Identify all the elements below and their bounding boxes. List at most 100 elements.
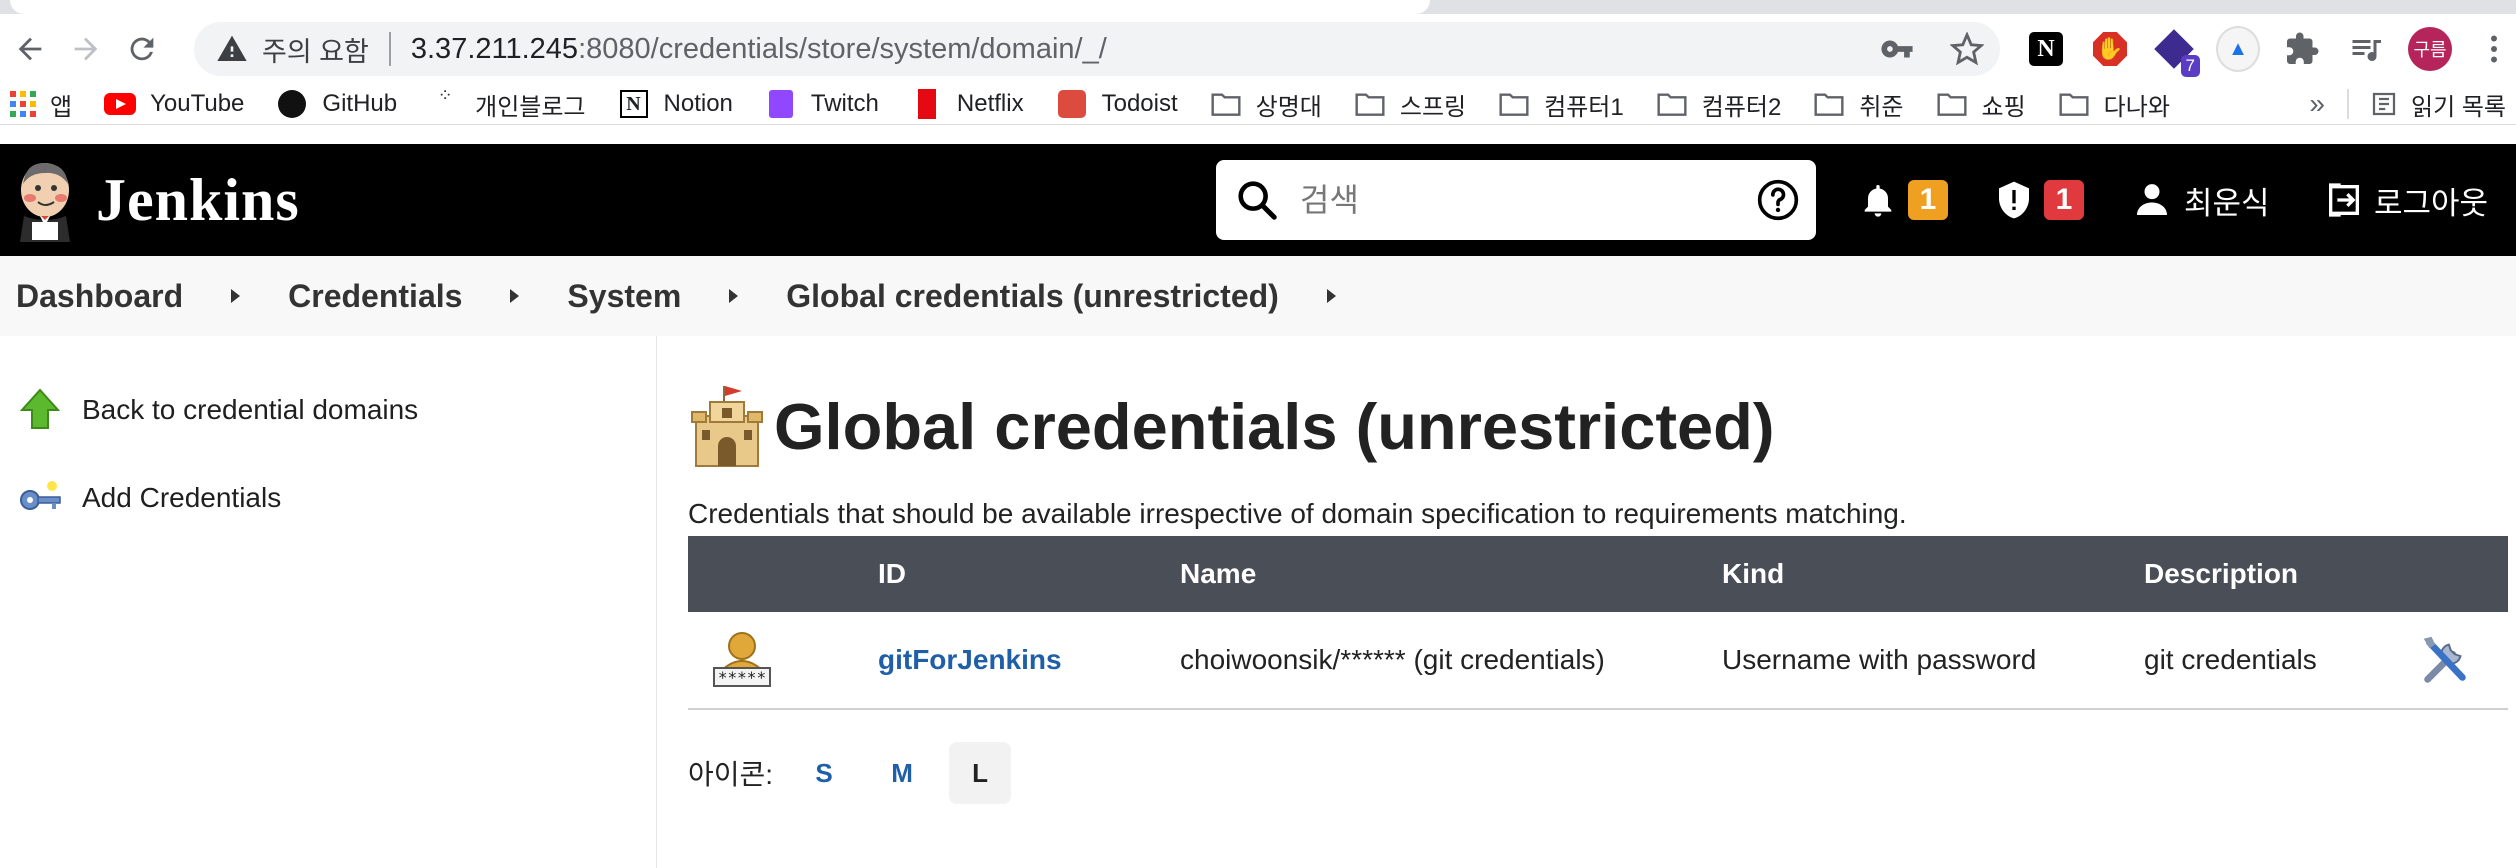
browser-toolbar: 주의 요함 3.37.211.245:8080/credentials/stor… xyxy=(0,14,2516,84)
security-button[interactable]: 1 xyxy=(1994,144,2084,256)
reload-button[interactable] xyxy=(114,21,170,77)
bookmark-folder-5[interactable]: 취준 xyxy=(1813,87,1904,122)
back-button[interactable] xyxy=(2,21,58,77)
bookmark-folder-3[interactable]: 컴퓨터1 xyxy=(1498,87,1624,122)
breadcrumb-dashboard[interactable]: Dashboard xyxy=(16,278,183,315)
folder-icon xyxy=(1657,93,1687,116)
notifications-count-badge: 1 xyxy=(1908,180,1948,220)
bookmark-twitch[interactable]: Twitch xyxy=(765,90,879,118)
icon-size-medium-button[interactable]: M xyxy=(871,742,933,804)
bookmark-folder-6[interactable]: 쇼핑 xyxy=(1936,87,2026,122)
reading-list-button[interactable]: 읽기 목록 xyxy=(2369,87,2506,122)
bookmark-netflix[interactable]: Netflix xyxy=(911,89,1024,119)
credential-description-cell: git credentials xyxy=(2144,612,2384,710)
bell-icon xyxy=(1864,185,1892,217)
logout-button[interactable]: 로그아웃 xyxy=(2324,144,2488,256)
bookmarks-more-button[interactable]: » xyxy=(2309,88,2325,120)
bookmark-todoist[interactable]: Todoist xyxy=(1056,90,1178,118)
bookmarks-right: » 읽기 목록 xyxy=(2309,84,2516,124)
extensions-row: N ✋ 7 ▲ 구름 xyxy=(2024,22,2516,77)
omnibox-actions xyxy=(1880,22,1984,76)
breadcrumb-credentials[interactable]: Credentials xyxy=(288,278,462,315)
browser-menu-button[interactable] xyxy=(2472,27,2516,71)
security-count-badge: 1 xyxy=(2044,180,2084,220)
task-label: Add Credentials xyxy=(82,482,282,513)
playlist-icon xyxy=(2352,40,2381,62)
column-header-name[interactable]: Name xyxy=(1180,536,1722,612)
notion-extension[interactable]: N xyxy=(2024,27,2068,71)
breadcrumb-arrow-icon[interactable] xyxy=(231,289,241,303)
castle-icon xyxy=(691,386,763,467)
credential-id-cell: gitForJenkins xyxy=(878,612,1180,710)
column-header-id[interactable]: ID xyxy=(878,536,1180,612)
key-icon[interactable] xyxy=(1880,32,1914,66)
active-tab[interactable] xyxy=(10,0,1430,14)
stop-hand-icon: ✋ xyxy=(2093,32,2127,66)
url-text[interactable]: 3.37.211.245:8080/credentials/store/syst… xyxy=(411,33,1107,66)
github-icon xyxy=(278,90,307,118)
jenkins-logo-icon[interactable] xyxy=(14,158,76,242)
column-header-description[interactable]: Description xyxy=(2144,536,2384,612)
bookmark-folder-2[interactable]: 스프링 xyxy=(1354,87,1466,122)
badge-extension[interactable]: 7 xyxy=(2152,27,2200,77)
bookmark-youtube[interactable]: YouTube xyxy=(104,90,244,118)
icon-size-large-button[interactable]: L xyxy=(949,742,1012,804)
breadcrumb-arrow-icon[interactable] xyxy=(1326,289,1336,303)
address-bar[interactable]: 주의 요함 3.37.211.245:8080/credentials/stor… xyxy=(194,22,2000,76)
back-arrow-icon xyxy=(18,37,42,61)
breadcrumb-global-credentials[interactable]: Global credentials (unrestricted) xyxy=(786,278,1279,315)
table-row: ***** gitForJenkins choiwoonsik/****** (… xyxy=(688,612,2508,710)
task-back-to-domains[interactable]: Back to credential domains xyxy=(18,388,418,432)
search-icon xyxy=(1238,181,1277,220)
warning-icon xyxy=(217,35,247,61)
breadcrumb-arrow-icon[interactable] xyxy=(510,289,520,303)
reload-icon xyxy=(130,37,154,61)
omnibox-separator xyxy=(388,32,391,66)
logout-icon xyxy=(2329,183,2359,217)
table-header-row: ID Name Kind Description xyxy=(688,536,2508,612)
notifications-button[interactable]: 1 xyxy=(1858,144,1948,256)
bookmark-star-icon[interactable] xyxy=(1950,32,1984,66)
puzzle-icon xyxy=(2287,32,2319,64)
user-menu[interactable]: 최운식 xyxy=(2132,144,2270,256)
circle-extension[interactable]: ▲ xyxy=(2216,26,2260,72)
reading-list-icon xyxy=(2372,92,2396,116)
task-add-credentials[interactable]: Add Credentials xyxy=(18,476,281,520)
user-name: 최운식 xyxy=(2184,185,2270,221)
app-circle-icon: ▲ xyxy=(2216,26,2260,72)
bookmark-notion[interactable]: N Notion xyxy=(618,90,733,118)
credential-icon-cell: ***** xyxy=(688,612,878,710)
user-icon xyxy=(2137,184,2167,215)
jenkins-title[interactable]: Jenkins xyxy=(96,166,300,235)
credential-id-link[interactable]: gitForJenkins xyxy=(878,644,1062,675)
icon-size-small-button[interactable]: S xyxy=(793,742,855,804)
search-box[interactable] xyxy=(1216,160,1816,240)
adblock-extension[interactable]: ✋ xyxy=(2088,27,2132,71)
profile-avatar[interactable]: 구름 xyxy=(2408,27,2452,71)
bookmark-github[interactable]: GitHub xyxy=(276,90,397,118)
notion-icon: N xyxy=(2029,32,2063,66)
help-icon[interactable] xyxy=(1756,178,1800,222)
up-arrow-icon xyxy=(19,388,61,429)
configure-tools-icon[interactable] xyxy=(2416,631,2474,689)
logout-label: 로그아웃 xyxy=(2374,185,2489,221)
bookmark-folder-7[interactable]: 다나와 xyxy=(2058,87,2170,122)
bookmark-folder-4[interactable]: 컴퓨터2 xyxy=(1656,87,1781,122)
breadcrumb-system[interactable]: System xyxy=(567,278,681,315)
column-header-icon xyxy=(688,536,878,612)
column-header-kind[interactable]: Kind xyxy=(1722,536,2144,612)
credentials-table: ID Name Kind Description ***** gitForJen… xyxy=(688,536,2508,710)
bookmark-blog[interactable]: ⁘ 개인블로그 xyxy=(429,86,586,122)
bookmarks-bar: 앱 YouTube GitHub ⁘ 개인블로그 N Notion Twitch N… xyxy=(0,84,2516,125)
todoist-icon xyxy=(1057,90,1086,118)
bookmark-folder-1[interactable]: 상명대 xyxy=(1210,87,1322,122)
forward-button[interactable] xyxy=(58,21,114,77)
bookmark-apps[interactable]: 앱 xyxy=(10,87,72,122)
folder-icon xyxy=(1936,93,1967,116)
page-title: Global credentials (unrestricted) xyxy=(688,382,1775,470)
breadcrumb-arrow-icon[interactable] xyxy=(729,289,739,303)
extensions-button[interactable] xyxy=(2280,27,2324,71)
media-button[interactable] xyxy=(2344,27,2388,71)
security-label[interactable]: 주의 요함 xyxy=(262,30,369,69)
search-input[interactable] xyxy=(1298,180,1732,220)
